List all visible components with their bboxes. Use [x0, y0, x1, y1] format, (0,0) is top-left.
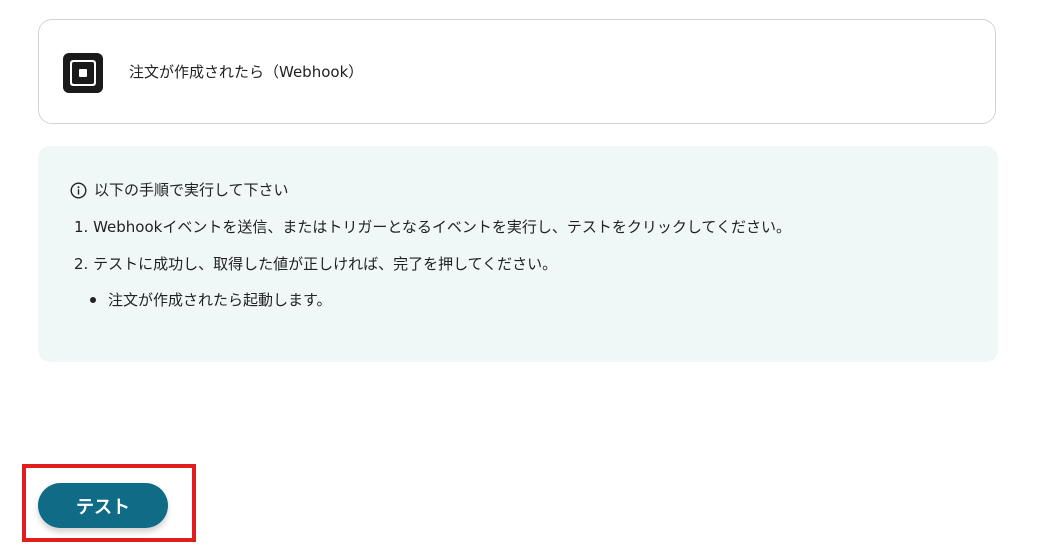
instructions-panel: 以下の手順で実行して下さい 1. Webhookイベントを送信、またはトリガーと… [38, 146, 998, 362]
bullet-icon [90, 297, 96, 303]
instructions-heading-text: 以下の手順で実行して下さい [94, 181, 289, 199]
trigger-title: 注文が作成されたら（Webhook） [129, 63, 364, 81]
instructions-heading: 以下の手順で実行して下さい [70, 180, 289, 200]
info-circle-icon [70, 181, 87, 199]
square-logo-icon [63, 53, 103, 93]
trigger-card: 注文が作成されたら（Webhook） [38, 19, 996, 124]
instruction-note-text: 注文が作成されたら起動します。 [108, 291, 332, 309]
instruction-note: 注文が作成されたら起動します。 [90, 290, 332, 310]
test-button[interactable]: テスト [38, 483, 168, 528]
instruction-step-1: 1. Webhookイベントを送信、またはトリガーとなるイベントを実行し、テスト… [74, 218, 791, 236]
instruction-step-2: 2. テストに成功し、取得した値が正しければ、完了を押してください。 [74, 255, 558, 273]
